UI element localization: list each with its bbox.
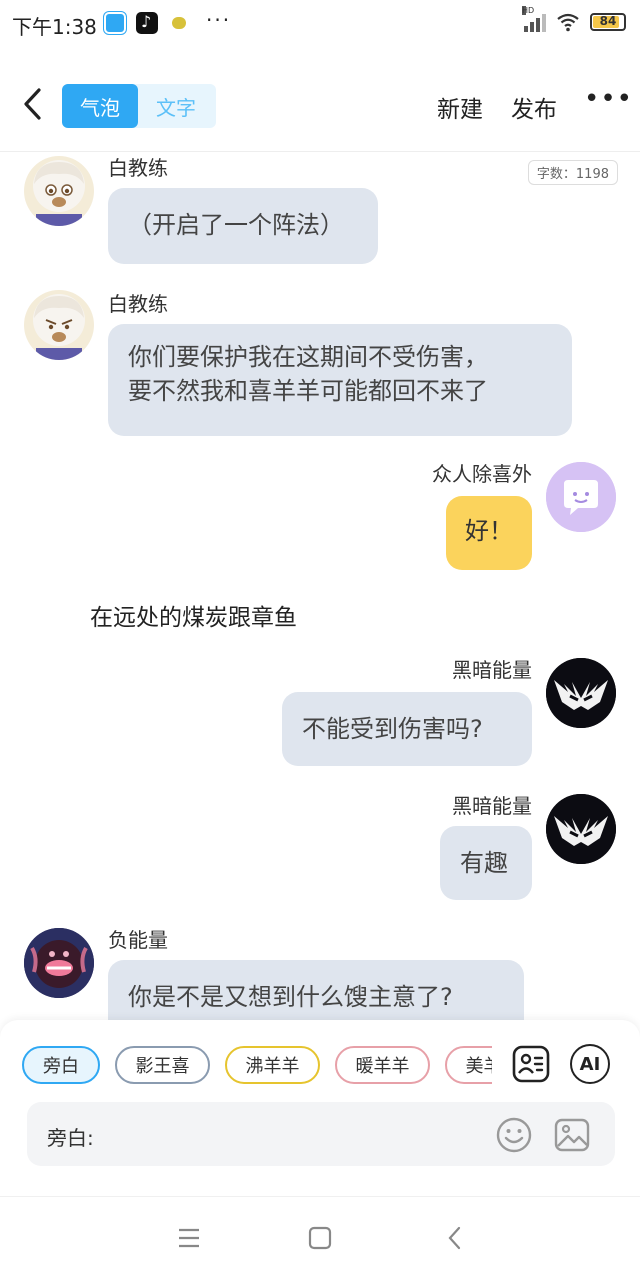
- status-indicators: HD 84: [522, 6, 626, 32]
- speaker-name: 负能量: [108, 928, 168, 952]
- message-bubble[interactable]: 有趣: [440, 826, 532, 900]
- dialogue-input[interactable]: 旁白:: [27, 1102, 615, 1166]
- more-menu-icon[interactable]: •••: [584, 84, 633, 114]
- chip-nuan-yang-yang[interactable]: 暖羊羊: [335, 1046, 430, 1084]
- wifi-icon: [557, 13, 579, 32]
- speaker-name: 黑暗能量: [452, 658, 532, 682]
- avatar-dark-energy[interactable]: [546, 658, 616, 728]
- menu-icon[interactable]: [176, 1225, 202, 1251]
- chip-ying-wang-xi[interactable]: 影王喜: [115, 1046, 210, 1084]
- more-dots-icon: ···: [206, 8, 232, 32]
- tab-bubble[interactable]: 气泡: [62, 84, 138, 128]
- message-bubble[interactable]: （开启了一个阵法）: [108, 188, 378, 264]
- emoji-icon[interactable]: [495, 1116, 533, 1154]
- system-nav-bar: [0, 1196, 640, 1280]
- battery-level: 84: [599, 14, 617, 28]
- image-icon[interactable]: [553, 1116, 591, 1154]
- word-count-badge: 字数：1198: [527, 160, 618, 185]
- status-time: 下午1:38: [12, 15, 97, 39]
- signal-icon: HD: [522, 6, 546, 32]
- hd-label: HD: [522, 6, 535, 15]
- avatar-dark-energy[interactable]: [546, 794, 616, 864]
- new-button[interactable]: 新建: [437, 90, 483, 124]
- speaker-name: 众人除喜外: [432, 462, 532, 486]
- app-blue-icon: [104, 12, 126, 34]
- back-icon[interactable]: [442, 1225, 468, 1251]
- input-speaker-label: 旁白:: [47, 1126, 94, 1150]
- speaker-name: 白教练: [108, 292, 168, 316]
- battery-icon: 84: [590, 13, 626, 31]
- status-bar: 下午1:38 ··· HD 84: [0, 0, 640, 50]
- chip-narrator[interactable]: 旁白: [22, 1046, 100, 1084]
- avatar-bai-coach[interactable]: [24, 290, 94, 360]
- chip-fei-yang-yang[interactable]: 沸羊羊: [225, 1046, 320, 1084]
- tab-text[interactable]: 文字: [138, 84, 214, 128]
- message-bubble[interactable]: 不能受到伤害吗?: [282, 692, 532, 766]
- message-line: 你们要保护我在这期间不受伤害，: [128, 343, 488, 371]
- editor-header: 气泡 文字 新建 发布 •••: [0, 60, 640, 152]
- message-bubble[interactable]: 你们要保护我在这期间不受伤害， 要不然我和喜羊羊可能都回不来了: [108, 324, 572, 436]
- app-character-icon: [168, 12, 190, 34]
- publish-button[interactable]: 发布: [511, 90, 557, 124]
- speaker-name: 白教练: [108, 156, 168, 180]
- chat-area[interactable]: 字数：1198 白教练 （开启了一个阵法） 白教练 你们要保护我在这期间不受伤害…: [0, 150, 640, 1020]
- message-line: 要不然我和喜羊羊可能都回不来了: [128, 377, 488, 405]
- character-chip-list[interactable]: 旁白 影王喜 沸羊羊 暖羊羊 美羊羊: [0, 1020, 492, 1110]
- avatar-bai-coach[interactable]: [24, 156, 94, 226]
- chip-mei-yang-yang[interactable]: 美羊羊: [445, 1046, 492, 1084]
- home-icon[interactable]: [307, 1225, 333, 1251]
- speaker-name: 黑暗能量: [452, 794, 532, 818]
- ai-icon[interactable]: AI: [570, 1044, 610, 1084]
- input-panel: 旁白 影王喜 沸羊羊 暖羊羊 美羊羊 AI 旁白:: [0, 1020, 640, 1196]
- tiktok-icon: [136, 12, 158, 34]
- character-list-icon[interactable]: [511, 1044, 551, 1084]
- avatar-group-chat[interactable]: [546, 462, 616, 532]
- message-bubble[interactable]: 好！: [446, 496, 532, 570]
- message-bubble[interactable]: 你是不是又想到什么馊主意了?: [108, 960, 524, 1020]
- back-arrow-icon[interactable]: [18, 84, 48, 124]
- mode-segmented-control: 气泡 文字: [62, 84, 216, 128]
- narration-text[interactable]: 在远处的煤炭跟章鱼: [90, 598, 297, 632]
- avatar-negative-energy[interactable]: [24, 928, 94, 998]
